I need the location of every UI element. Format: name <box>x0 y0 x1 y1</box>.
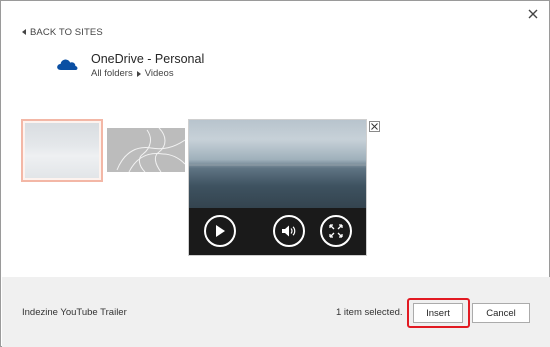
fullscreen-button[interactable] <box>320 215 352 247</box>
breadcrumb: All folders Videos <box>91 68 204 79</box>
selection-status: 1 item selected. <box>336 307 403 318</box>
video-horizon <box>189 164 366 166</box>
video-thumbnail[interactable] <box>107 128 185 172</box>
thumbnail-image <box>107 128 185 172</box>
dialog-footer: Indezine YouTube Trailer 1 item selected… <box>2 277 550 347</box>
close-icon <box>371 123 378 130</box>
insert-button[interactable]: Insert <box>413 303 463 323</box>
site-header: OneDrive - Personal All folders Videos <box>56 52 204 79</box>
thumbnail-image <box>25 123 99 178</box>
preview-close-button[interactable] <box>369 121 380 132</box>
breadcrumb-all-folders[interactable]: All folders <box>91 68 133 79</box>
play-icon <box>216 225 225 237</box>
selected-video-title: Indezine YouTube Trailer <box>22 307 127 318</box>
chevron-right-icon <box>136 70 141 77</box>
fullscreen-icon <box>329 224 343 238</box>
site-name: OneDrive - Personal <box>91 52 205 66</box>
breadcrumb-videos: Videos <box>144 68 174 79</box>
video-thumbnail-selected[interactable] <box>21 119 103 182</box>
cancel-button[interactable]: Cancel <box>472 303 530 323</box>
cloud-icon <box>57 59 78 70</box>
play-button[interactable] <box>204 215 236 247</box>
back-to-sites-link[interactable]: BACK TO SITES <box>22 26 103 38</box>
back-to-sites-label: BACK TO SITES <box>30 26 103 38</box>
insert-video-dialog: BACK TO SITES OneDrive - Personal All fo… <box>0 0 550 347</box>
chevron-left-icon <box>22 29 26 35</box>
volume-button[interactable] <box>273 215 305 247</box>
close-icon[interactable] <box>526 7 540 21</box>
video-preview-player[interactable] <box>188 119 367 256</box>
volume-icon <box>282 225 296 237</box>
